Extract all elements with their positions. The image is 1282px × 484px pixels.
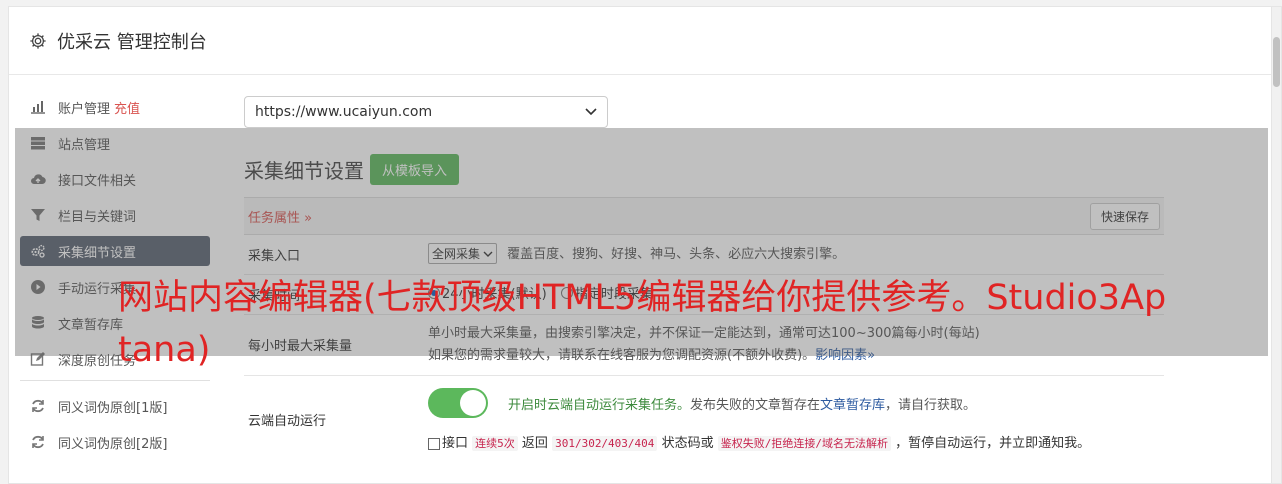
- row-cloud: 云端自动运行 开启时云端自动运行采集任务。 发布失败的文章暂存在 文章暂存库 ，…: [244, 376, 1164, 459]
- gear-icon: [30, 32, 46, 49]
- site-select[interactable]: https://www.ucaiyun.com: [244, 96, 608, 128]
- scrollbar[interactable]: [1271, 7, 1281, 483]
- page-title: 优采云 管理控制台: [57, 31, 207, 53]
- article-store-link[interactable]: 文章暂存库: [820, 394, 885, 413]
- refresh-icon: [32, 435, 44, 449]
- row-key: 云端自动运行: [248, 414, 327, 429]
- recharge-link[interactable]: 充值: [114, 98, 140, 117]
- cb-mid1: 返回: [521, 436, 548, 451]
- cb-code-errors: 鉴权失败/拒绝连接/域名无法解析: [717, 436, 891, 451]
- cb-post: ，暂停自动运行，并立即通知我。: [895, 436, 1091, 451]
- refresh-icon: [32, 399, 44, 413]
- cloud-desc-post: ，请自行获取。: [885, 397, 977, 413]
- sidebar-item-account[interactable]: 账户管理 充值: [20, 92, 210, 122]
- pause-checkbox[interactable]: [428, 437, 440, 450]
- cloud-desc-pre: 发布失败的文章暂存在: [690, 397, 821, 413]
- sidebar-item-label: 账户管理: [58, 101, 111, 117]
- toggle-knob: [460, 390, 486, 416]
- cloud-auto-run-toggle[interactable]: [428, 388, 488, 418]
- cloud-on-text: 开启时云端自动运行采集任务。: [508, 397, 691, 413]
- overlay-title: 网站内容编辑器(七款顶级HTML5编辑器给你提供参考。Studio3Aptana…: [118, 278, 1167, 370]
- chevron-down-icon: [585, 108, 597, 116]
- cb-code-times: 连续5次: [472, 436, 518, 451]
- bar-chart-icon: [31, 101, 45, 114]
- sidebar-item-label: 同义词伪原创[1版]: [58, 400, 168, 416]
- cb-pre: 接口: [442, 436, 469, 451]
- sidebar-item-label: 同义词伪原创[2版]: [58, 436, 168, 452]
- cb-mid2: 状态码或: [661, 436, 714, 451]
- site-select-value: https://www.ucaiyun.com: [255, 104, 433, 120]
- sidebar-divider: [20, 380, 210, 381]
- sidebar-item-synonym-v2[interactable]: 同义词伪原创[2版]: [20, 427, 210, 457]
- sidebar-item-synonym-v1[interactable]: 同义词伪原创[1版]: [20, 391, 210, 421]
- page-header: 优采云 管理控制台: [9, 7, 1281, 75]
- scrollbar-thumb[interactable]: [1273, 37, 1280, 87]
- cb-code-status: 301/302/403/404: [552, 436, 658, 451]
